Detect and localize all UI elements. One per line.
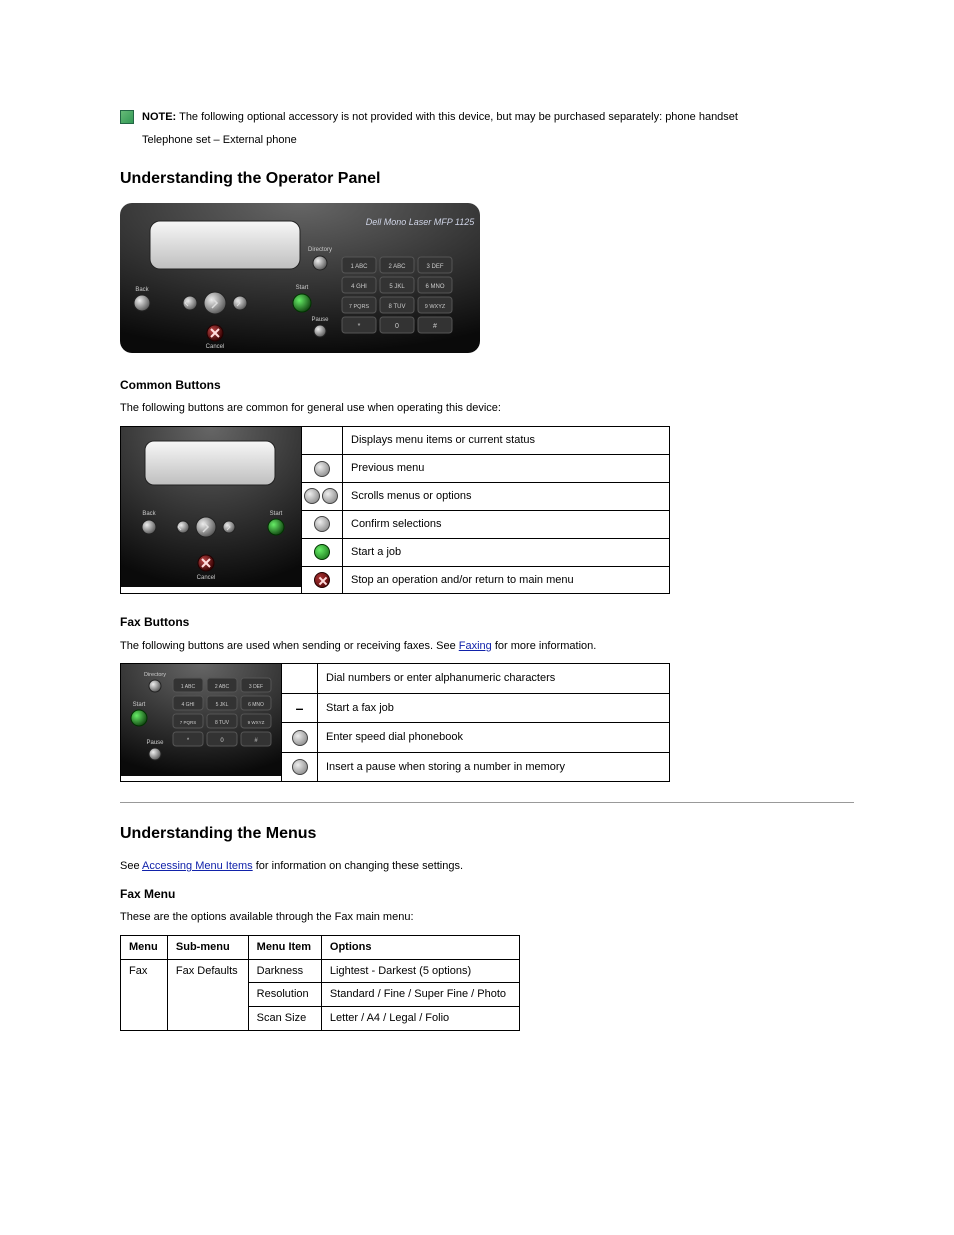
cell-options: Standard / Fine / Super Fine / Photo (321, 983, 519, 1007)
table-row: Fax Fax Defaults Darkness Lightest - Dar… (121, 959, 520, 983)
pause-icon (282, 752, 318, 781)
common-buttons-title: Common Buttons (120, 377, 854, 393)
row-desc: Dial numbers or enter alphanumeric chara… (318, 664, 670, 693)
menus-intro: See Accessing Menu Items for information… (120, 859, 854, 874)
cell-submenu: Fax Defaults (167, 959, 248, 1031)
svg-text:Back: Back (135, 287, 149, 293)
fax-menu-table: Menu Sub-menu Menu Item Options Fax Fax … (120, 935, 520, 1031)
note-text: NOTE: The following optional accessory i… (142, 110, 738, 148)
row-desc: Start a fax job (318, 693, 670, 722)
page: NOTE: The following optional accessory i… (0, 0, 954, 1235)
cell-menu: Fax (121, 959, 168, 1031)
svg-text:Start: Start (270, 511, 283, 517)
row-desc: Enter speed dial phonebook (318, 723, 670, 752)
svg-text:Pause: Pause (146, 740, 164, 746)
section-operator-panel-title: Understanding the Operator Panel (120, 168, 854, 190)
svg-text:9 WXYZ: 9 WXYZ (425, 304, 446, 310)
back-icon (302, 455, 343, 483)
fax-buttons-title: Fax Buttons (120, 614, 854, 630)
svg-text:9 WXYZ: 9 WXYZ (248, 720, 265, 725)
table-row: Directory Start Pause 1 ABC 2 ABC 3 DEF … (121, 664, 670, 693)
common-buttons-intro: The following buttons are common for gen… (120, 401, 854, 416)
svg-text:4 GHI: 4 GHI (351, 284, 367, 290)
svg-text:7 PQRS: 7 PQRS (349, 304, 370, 310)
table-row: Back Start Cancel Displays menu items or… (121, 427, 670, 455)
svg-text:5 JKL: 5 JKL (389, 284, 405, 290)
start-icon (302, 538, 343, 566)
svg-text:Pause: Pause (311, 317, 329, 323)
note-tel: Telephone set – External phone (142, 133, 738, 148)
divider (120, 802, 854, 803)
lcd-icon (302, 427, 343, 455)
fax-buttons-intro: The following buttons are used when send… (120, 639, 854, 654)
menus-intro-b: for information on changing these settin… (256, 860, 463, 872)
start-icon: – (282, 693, 318, 722)
fax-panel-svg: Directory Start Pause 1 ABC 2 ABC 3 DEF … (121, 664, 281, 776)
note-body: The following optional accessory is not … (179, 111, 738, 123)
common-buttons-table: Back Start Cancel Displays menu items or… (120, 426, 670, 594)
svg-text:7 PQRS: 7 PQRS (180, 720, 197, 725)
fax-buttons-table: Directory Start Pause 1 ABC 2 ABC 3 DEF … (120, 663, 670, 782)
svg-text:8 TUV: 8 TUV (389, 304, 406, 310)
note-icon (120, 110, 134, 124)
cell-item: Resolution (248, 983, 321, 1007)
svg-text:5 JKL: 5 JKL (216, 702, 229, 708)
svg-text:4 GHI: 4 GHI (181, 702, 194, 708)
svg-text:3 DEF: 3 DEF (249, 684, 263, 690)
svg-text:2 ABC: 2 ABC (215, 684, 230, 690)
svg-text:Start: Start (133, 702, 146, 708)
col-menu: Menu (121, 935, 168, 959)
col-submenu: Sub-menu (167, 935, 248, 959)
section-menus-title: Understanding the Menus (120, 823, 854, 845)
menus-intro-a: See (120, 860, 142, 872)
directory-icon (282, 723, 318, 752)
cell-options: Letter / A4 / Legal / Folio (321, 1007, 519, 1031)
note-prefix: NOTE: (142, 111, 176, 123)
cancel-icon (302, 566, 343, 594)
row-desc: Displays menu items or current status (343, 427, 670, 455)
svg-text:3 DEF: 3 DEF (426, 264, 443, 270)
cell-item: Darkness (248, 959, 321, 983)
svg-text:*: * (358, 323, 361, 330)
accessing-menu-link[interactable]: Accessing Menu Items (142, 860, 253, 872)
svg-text:Directory: Directory (144, 672, 166, 678)
col-options: Options (321, 935, 519, 959)
fax-menu-title: Fax Menu (120, 886, 854, 902)
fax-menu-intro: These are the options available through … (120, 910, 854, 925)
operator-panel-figure: Dell Mono Laser MFP 1125 Back Cancel Dir… (120, 203, 854, 353)
svg-text:6 MNO: 6 MNO (425, 284, 444, 290)
svg-text:1 ABC: 1 ABC (181, 684, 196, 690)
faxing-link[interactable]: Faxing (459, 640, 492, 652)
svg-text:1 ABC: 1 ABC (350, 264, 368, 270)
svg-text:Directory: Directory (308, 247, 332, 253)
operator-panel-svg: Dell Mono Laser MFP 1125 Back Cancel Dir… (120, 203, 480, 353)
svg-text:Start: Start (296, 285, 309, 291)
svg-text:Back: Back (142, 511, 156, 517)
ok-icon (302, 510, 343, 538)
svg-text:#: # (433, 323, 437, 330)
row-desc: Start a job (343, 538, 670, 566)
common-panel-svg: Back Start Cancel (121, 427, 301, 587)
keypad-icon (282, 664, 318, 693)
cell-options: Lightest - Darkest (5 options) (321, 959, 519, 983)
svg-text:8 TUV: 8 TUV (215, 720, 230, 726)
cell-item: Scan Size (248, 1007, 321, 1031)
table-header-row: Menu Sub-menu Menu Item Options (121, 935, 520, 959)
note-block: NOTE: The following optional accessory i… (120, 110, 854, 148)
fax-intro-b: for more information. (495, 640, 596, 652)
panel-product-label: Dell Mono Laser MFP 1125 (366, 217, 476, 227)
svg-text:Cancel: Cancel (206, 344, 225, 350)
row-desc: Confirm selections (343, 510, 670, 538)
col-items: Menu Item (248, 935, 321, 959)
svg-text:0: 0 (395, 323, 399, 330)
row-desc: Stop an operation and/or return to main … (343, 566, 670, 594)
row-desc: Scrolls menus or options (343, 483, 670, 511)
row-desc: Insert a pause when storing a number in … (318, 752, 670, 781)
fax-intro-a: The following buttons are used when send… (120, 640, 459, 652)
svg-text:2 ABC: 2 ABC (388, 264, 406, 270)
svg-text:6 MNO: 6 MNO (248, 702, 264, 708)
svg-text:Cancel: Cancel (197, 575, 216, 581)
scroll-icons (302, 483, 343, 511)
row-desc: Previous menu (343, 455, 670, 483)
